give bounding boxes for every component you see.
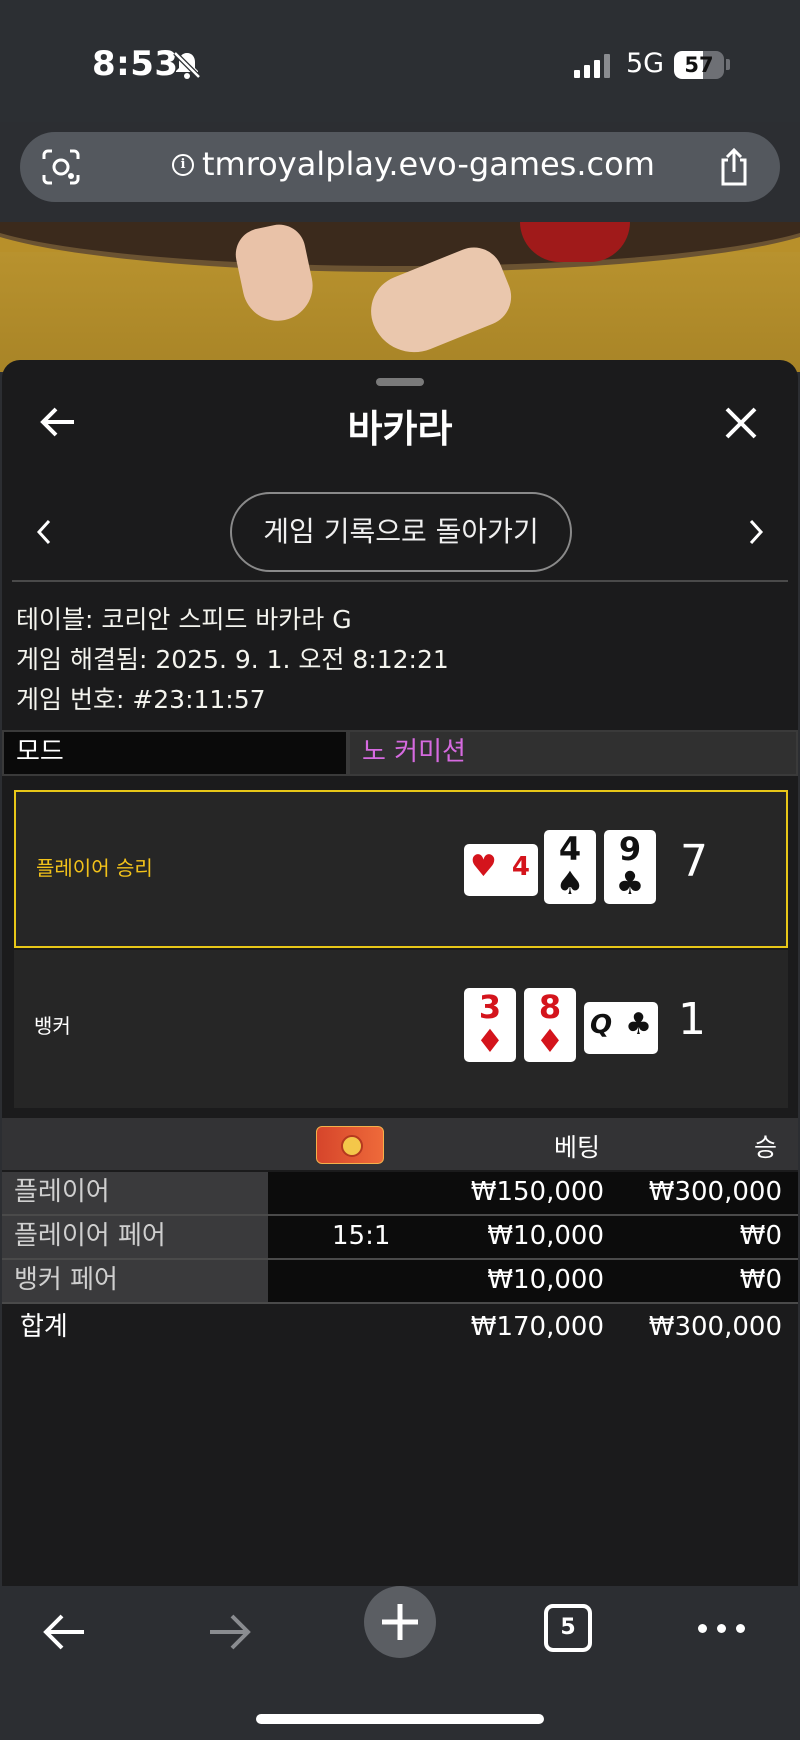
player-outcome: 플레이어 승리 ♥ 4 4 ♠ 9 ♣ 7 bbox=[14, 790, 788, 948]
bet-column-header: 베팅 bbox=[554, 1133, 601, 1162]
site-info-icon[interactable]: i bbox=[172, 154, 194, 176]
total-label: 합계 bbox=[20, 1312, 68, 1342]
banker-card-2: 8 ♦ bbox=[524, 988, 576, 1062]
bet-type: 플레이어 페어 bbox=[2, 1216, 268, 1258]
row-divider bbox=[2, 1302, 798, 1304]
player-card-1: 4 ♠ bbox=[544, 830, 596, 904]
card-suit: ♠ bbox=[555, 864, 585, 902]
table-row: 플레이어 ₩150,000 ₩300,000 bbox=[2, 1172, 798, 1214]
mode-row: 모드 노 커미션 bbox=[2, 730, 798, 776]
win-amount: ₩300,000 bbox=[648, 1177, 782, 1207]
banker-card-1: 3 ♦ bbox=[464, 988, 516, 1062]
bet-odds: 15:1 bbox=[332, 1221, 391, 1251]
card-rank: 9 bbox=[618, 830, 642, 868]
status-bar: 8:53 5G 57 i tmroyalplay.evo-games.com bbox=[0, 0, 800, 202]
card-rank: 4 bbox=[511, 852, 530, 882]
home-indicator[interactable] bbox=[256, 1714, 544, 1724]
win-amount: ₩0 bbox=[739, 1221, 782, 1251]
plus-icon bbox=[382, 1604, 418, 1640]
table-row: 플레이어 페어 15:1 ₩10,000 ₩0 bbox=[2, 1216, 798, 1258]
url-text[interactable]: tmroyalplay.evo-games.com bbox=[202, 145, 655, 183]
card-suit: ♣ bbox=[615, 864, 645, 902]
new-tab-button[interactable] bbox=[364, 1586, 436, 1658]
player-result-label: 플레이어 승리 bbox=[36, 856, 153, 880]
drag-handle[interactable] bbox=[376, 378, 424, 386]
player-card-2: 9 ♣ bbox=[604, 830, 656, 904]
banker-outcome: 뱅커 3 ♦ 8 ♦ Q ♣ 1 bbox=[14, 950, 788, 1108]
card-rank: 3 bbox=[478, 988, 502, 1026]
close-icon[interactable] bbox=[722, 404, 760, 442]
bonus-chip-icon bbox=[316, 1126, 384, 1164]
bets-header: 베팅 승 bbox=[2, 1118, 798, 1170]
card-suit: ♣ bbox=[625, 1007, 652, 1042]
totals-row: 합계 ₩170,000 ₩300,000 bbox=[2, 1306, 798, 1348]
bet-amount: ₩10,000 bbox=[487, 1221, 604, 1251]
battery-icon: 57 bbox=[674, 51, 724, 79]
live-dealer-video bbox=[0, 222, 800, 372]
bet-type: 플레이어 bbox=[2, 1172, 268, 1214]
card-suit: ♦ bbox=[535, 1022, 565, 1060]
panel-title: 바카라 bbox=[347, 407, 453, 451]
divider bbox=[12, 580, 788, 582]
chevron-left-icon[interactable] bbox=[34, 518, 54, 546]
more-menu-icon[interactable] bbox=[698, 1624, 745, 1633]
address-bar[interactable]: i tmroyalplay.evo-games.com bbox=[20, 132, 780, 202]
muted-bell-icon bbox=[173, 51, 201, 79]
player-card-3: ♥ 4 bbox=[464, 844, 538, 896]
game-number: 게임 번호: #23:11:57 bbox=[16, 685, 266, 714]
player-score: 7 bbox=[680, 836, 708, 887]
total-win: ₩300,000 bbox=[648, 1312, 782, 1342]
card-rank: 8 bbox=[538, 988, 562, 1026]
browser-forward-icon[interactable] bbox=[206, 1612, 254, 1652]
bet-amount: ₩150,000 bbox=[470, 1177, 604, 1207]
total-bet: ₩170,000 bbox=[470, 1312, 604, 1342]
card-suit: ♦ bbox=[475, 1022, 505, 1060]
mode-value: 노 커미션 bbox=[348, 730, 798, 776]
network-type: 5G bbox=[626, 48, 665, 79]
mode-label: 모드 bbox=[2, 730, 348, 776]
game-history-panel: 바카라 게임 기록으로 돌아가기 테이블: 코리안 스피드 바카라 G 게임 해… bbox=[2, 360, 798, 1586]
banker-card-3: Q ♣ bbox=[584, 1002, 658, 1054]
cellular-signal-icon bbox=[574, 54, 610, 78]
win-amount: ₩0 bbox=[739, 1265, 782, 1295]
banker-score: 1 bbox=[678, 994, 706, 1045]
share-icon[interactable] bbox=[716, 148, 752, 186]
tabs-button[interactable]: 5 bbox=[544, 1604, 592, 1652]
table-row: 뱅커 페어 ₩10,000 ₩0 bbox=[2, 1260, 798, 1302]
card-suit: ♥ bbox=[470, 849, 497, 884]
bet-amount: ₩10,000 bbox=[487, 1265, 604, 1295]
bet-type: 뱅커 페어 bbox=[2, 1260, 268, 1302]
win-column-header: 승 bbox=[754, 1133, 778, 1162]
back-to-history-button[interactable]: 게임 기록으로 돌아가기 bbox=[230, 492, 572, 572]
clock: 8:53 bbox=[92, 44, 179, 84]
table-name: 테이블: 코리안 스피드 바카라 G bbox=[16, 605, 352, 634]
banker-result-label: 뱅커 bbox=[34, 1014, 71, 1038]
battery-level: 57 bbox=[684, 53, 714, 77]
battery-tip bbox=[726, 59, 730, 70]
card-rank: 4 bbox=[558, 830, 582, 868]
chevron-right-icon[interactable] bbox=[746, 518, 766, 546]
browser-back-icon[interactable] bbox=[40, 1612, 88, 1652]
lens-icon[interactable] bbox=[42, 149, 80, 185]
card-rank: Q bbox=[590, 1010, 613, 1040]
browser-toolbar: 5 bbox=[0, 1586, 800, 1740]
resolved-time: 게임 해결됨: 2025. 9. 1. 오전 8:12:21 bbox=[16, 645, 449, 674]
